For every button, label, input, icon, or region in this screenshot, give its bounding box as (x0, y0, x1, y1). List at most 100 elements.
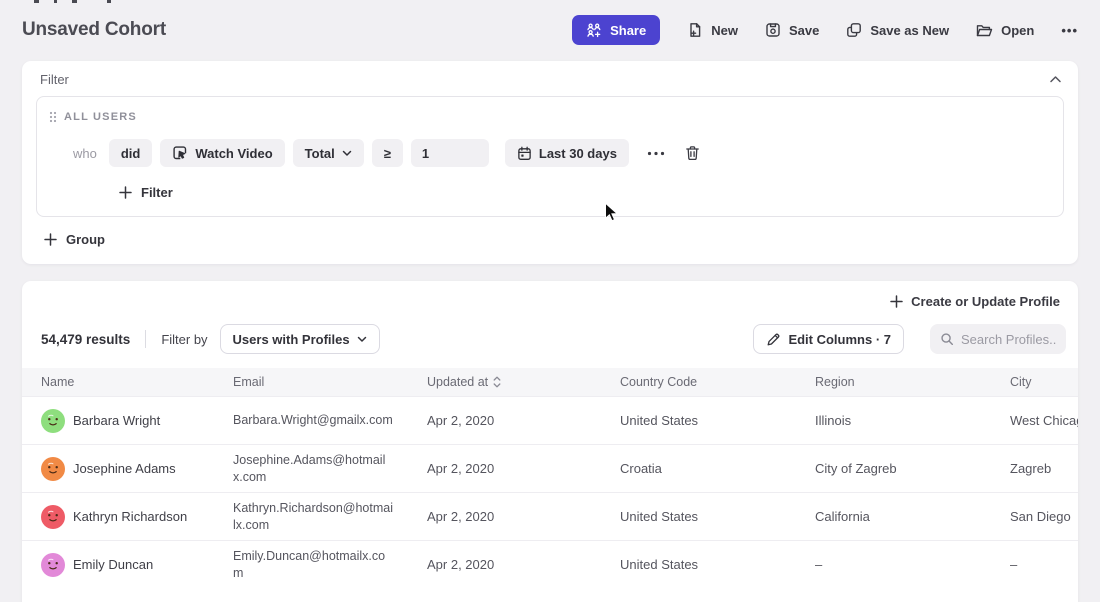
event-icon (172, 145, 188, 161)
share-users-icon (586, 23, 602, 38)
avatar (41, 409, 65, 433)
profile-filter-dropdown[interactable]: Users with Profiles (220, 324, 380, 354)
table-row[interactable]: Kathryn Richardson Kathryn.Richardson@ho… (22, 492, 1078, 540)
did-chip[interactable]: did (109, 139, 153, 167)
chevron-down-icon (357, 336, 367, 343)
date-range-chip[interactable]: Last 30 days (505, 139, 629, 167)
sort-icon[interactable] (493, 376, 501, 388)
results-count: 54,479 results (41, 332, 130, 347)
column-header-name[interactable]: Name (22, 368, 214, 396)
profile-region: California (796, 493, 991, 540)
profile-updated-at: Apr 2, 2020 (408, 541, 601, 588)
search-profiles-box (930, 324, 1066, 354)
group-label: ALL USERS (64, 111, 137, 123)
profile-updated-at: Apr 2, 2020 (408, 445, 601, 492)
avatar (41, 553, 65, 577)
column-header-country-code[interactable]: Country Code (601, 368, 796, 396)
plus-icon (119, 186, 132, 199)
operator-chip[interactable]: ≥ (372, 139, 403, 167)
profile-city: Zagreb (991, 445, 1078, 492)
divider (145, 330, 146, 348)
profile-region: Illinois (796, 397, 991, 444)
profile-name: Josephine Adams (73, 461, 176, 476)
table-row[interactable]: Josephine Adams Josephine.Adams@hotmailx… (22, 444, 1078, 492)
drag-handle-icon[interactable] (49, 111, 57, 123)
profile-city: San Diego (991, 493, 1078, 540)
filter-group-box: ALL USERS who did Watch Video Total (36, 96, 1064, 217)
search-profiles-input[interactable] (961, 332, 1056, 347)
column-header-region[interactable]: Region (796, 368, 991, 396)
save-button-label: Save (789, 23, 819, 38)
date-range-chip-label: Last 30 days (539, 146, 617, 161)
table-row[interactable]: Barbara Wright Barbara.Wright@gmailx.com… (22, 396, 1078, 444)
profile-city: – (991, 541, 1078, 588)
new-button-label: New (711, 23, 738, 38)
add-filter-button[interactable]: Filter (119, 185, 173, 200)
plus-icon (890, 295, 903, 308)
results-toolbar: 54,479 results Filter by Users with Prof… (22, 309, 1078, 368)
share-button-label: Share (610, 23, 646, 38)
column-header-city[interactable]: City (991, 368, 1078, 396)
table-header: Name Email Updated at Country Code Regio… (22, 368, 1078, 396)
new-document-icon (687, 22, 703, 38)
column-header-updated-at[interactable]: Updated at (408, 368, 601, 396)
profile-name: Emily Duncan (73, 557, 153, 572)
page-header: Unsaved Cohort Share New (0, 0, 1100, 54)
add-group-button[interactable]: Group (44, 232, 105, 247)
folder-open-icon (976, 23, 993, 38)
table-body: Barbara Wright Barbara.Wright@gmailx.com… (22, 396, 1078, 588)
create-or-update-profile-label: Create or Update Profile (911, 294, 1060, 309)
pencil-icon (766, 332, 781, 347)
profile-email: Barbara.Wright@gmailx.com (214, 397, 408, 444)
avatar (41, 505, 65, 529)
filter-card: Filter ALL USERS who did (22, 61, 1078, 264)
filter-card-title: Filter (40, 72, 69, 87)
search-icon (940, 332, 954, 346)
open-button[interactable]: Open (976, 23, 1034, 38)
profile-email: Josephine.Adams@hotmailx.com (214, 445, 408, 492)
more-actions-button[interactable]: ••• (1061, 23, 1078, 38)
add-filter-label: Filter (141, 185, 173, 200)
profile-updated-at: Apr 2, 2020 (408, 397, 601, 444)
edit-columns-label: Edit Columns · 7 (788, 332, 891, 347)
column-header-email[interactable]: Email (214, 368, 408, 396)
copy-icon (846, 22, 862, 38)
event-chip-label: Watch Video (195, 146, 272, 161)
operator-chip-label: ≥ (384, 146, 391, 161)
collapse-chevron-up-icon[interactable] (1049, 75, 1062, 84)
filter-by-label: Filter by (161, 332, 207, 347)
aggregation-chip-label: Total (305, 146, 335, 161)
add-group-label: Group (66, 232, 105, 247)
save-as-new-button-label: Save as New (870, 23, 949, 38)
profile-country-code: Croatia (601, 445, 796, 492)
profile-city: West Chicago (991, 397, 1078, 444)
threshold-value-input[interactable] (411, 139, 489, 167)
share-button[interactable]: Share (572, 15, 660, 45)
profile-name: Kathryn Richardson (73, 509, 187, 524)
profile-country-code: United States (601, 493, 796, 540)
profile-region: City of Zagreb (796, 445, 991, 492)
who-label: who (73, 146, 97, 161)
profile-email: Emily.Duncan@hotmailx.com (214, 541, 408, 588)
save-as-new-button[interactable]: Save as New (846, 22, 949, 38)
table-row[interactable]: Emily Duncan Emily.Duncan@hotmailx.com A… (22, 540, 1078, 588)
profile-country-code: United States (601, 397, 796, 444)
save-button[interactable]: Save (765, 22, 819, 38)
chevron-down-icon (342, 150, 352, 157)
profile-updated-at: Apr 2, 2020 (408, 493, 601, 540)
aggregation-chip[interactable]: Total (293, 139, 364, 167)
open-button-label: Open (1001, 23, 1034, 38)
avatar (41, 457, 65, 481)
condition-more-button[interactable] (647, 151, 665, 156)
new-button[interactable]: New (687, 22, 738, 38)
results-card: Create or Update Profile 54,479 results … (22, 281, 1078, 602)
event-chip[interactable]: Watch Video (160, 139, 284, 167)
create-or-update-profile-button[interactable]: Create or Update Profile (890, 294, 1060, 309)
edit-columns-button[interactable]: Edit Columns · 7 (753, 324, 904, 354)
profile-email: Kathryn.Richardson@hotmailx.com (214, 493, 408, 540)
did-chip-label: did (121, 146, 141, 161)
delete-condition-button[interactable] (685, 145, 700, 161)
plus-icon (44, 233, 57, 246)
header-actions: Share New Save Save as (572, 15, 1078, 45)
calendar-icon (517, 146, 532, 161)
